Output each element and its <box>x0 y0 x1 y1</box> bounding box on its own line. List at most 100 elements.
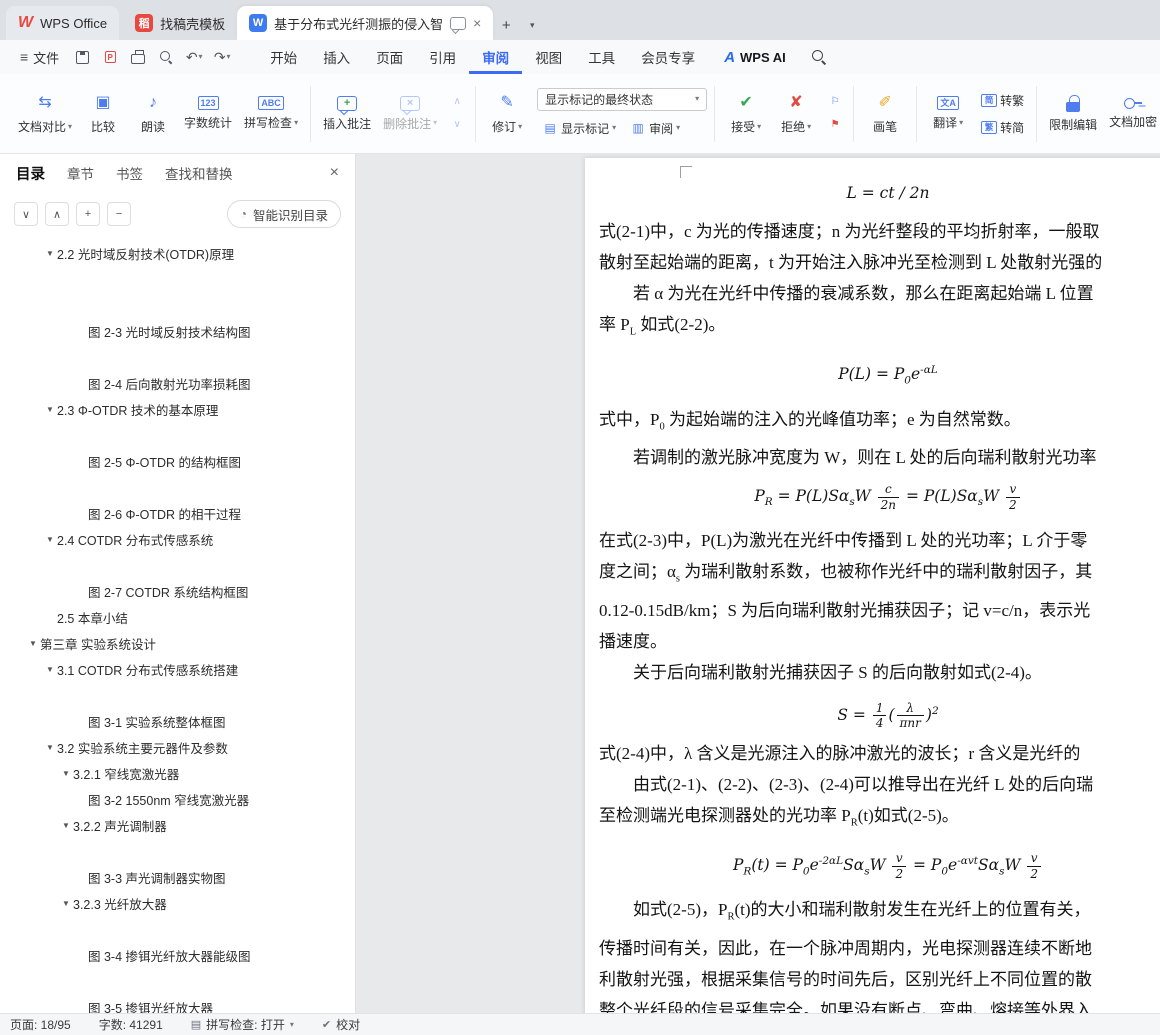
toc-expand-icon[interactable]: ▼ <box>43 405 57 414</box>
toc-collapse-up-button[interactable]: ∧ <box>45 202 69 226</box>
ribbon-word-count-button[interactable]: 123 字数统计 <box>179 82 237 146</box>
ribbon-show-markup-button[interactable]: ▤ 显示标记 ▾ <box>537 117 621 140</box>
file-menu-button[interactable]: ≡ 文件 <box>10 44 69 70</box>
mini-button-stack: ⚐ ⚑ <box>824 92 846 135</box>
toc-item[interactable]: 2.5 本章小结 <box>0 604 355 630</box>
smart-toc-button[interactable]: ◔ 智能识别目录 <box>226 200 341 228</box>
toc-expand-all-button[interactable]: + <box>76 202 100 226</box>
toc-expand-icon[interactable]: ▼ <box>43 665 57 674</box>
save-button[interactable] <box>69 45 95 69</box>
tab-docer[interactable]: 稻找稿壳模板 <box>123 6 237 40</box>
toc-collapse-all-button[interactable]: − <box>107 202 131 226</box>
ribbon-tab-item[interactable]: 视图 <box>522 40 575 74</box>
close-tab-icon[interactable]: × <box>473 16 481 30</box>
tab-title: WPS Office <box>40 15 108 31</box>
ribbon-track-changes-button[interactable]: ✎ 修订 ▾ <box>483 82 531 146</box>
status-bar: 页面: 18/95 字数: 41291 ▤ 拼写检查: 打开 ▾ ✔ 校对 <box>0 1013 1160 1035</box>
sidebar-tab-item[interactable]: 章节 <box>67 163 94 183</box>
new-tab-button[interactable]: + <box>493 10 519 40</box>
print-preview-button[interactable] <box>153 45 179 69</box>
ribbon-read-aloud-button[interactable]: ♪ 朗读 <box>129 82 177 146</box>
chevron-down-icon: ▾ <box>68 121 73 131</box>
toc-item[interactable]: ▼ 3.1 COTDR 分布式传感系统搭建 <box>0 656 355 682</box>
toc-item[interactable]: 图 2-4 后向散射光功率损耗图 <box>0 370 355 396</box>
export-pdf-button[interactable]: P <box>97 45 123 69</box>
ribbon-to-trad-button[interactable]: 简转繁 <box>976 89 1029 112</box>
document-page[interactable]: L = ct / 2n 式(2-1)中，c 为光的传播速度；n 为光纤整段的平均折… <box>585 158 1160 1013</box>
undo-button[interactable]: ↶ ▾ <box>181 45 207 69</box>
toc-item[interactable]: 图 2-3 光时域反射技术结构图 <box>0 318 355 344</box>
toc-item[interactable]: 图 2-7 COTDR 系统结构框图 <box>0 578 355 604</box>
ribbon-brush-button[interactable]: ✐ 画笔 <box>861 82 909 146</box>
toc-expand-icon[interactable]: ▼ <box>43 743 57 752</box>
toc-item[interactable]: ▼ 第三章 实验系统设计 <box>0 630 355 656</box>
status-item[interactable]: 页面: 18/95 <box>10 1016 71 1033</box>
toc-item[interactable]: 图 3-5 掺铒光纤放大器 <box>0 994 355 1014</box>
toc-expand-icon[interactable]: ▼ <box>43 249 57 258</box>
ribbon-doc-encrypt-button[interactable]: 文档加密 <box>1104 82 1160 146</box>
toc-item[interactable]: ▼ 3.2.3 光纤放大器 <box>0 890 355 916</box>
toc-item[interactable]: ▼ 2.4 COTDR 分布式传感系统 <box>0 526 355 552</box>
toc-item[interactable]: 图 3-3 声光调制器实物图 <box>0 864 355 890</box>
sidebar-tab-active[interactable]: 目录 <box>16 163 45 184</box>
toc-item[interactable]: ▼ 2.2 光时域反射技术(OTDR)原理 <box>0 240 355 266</box>
ribbon-to-simp-button[interactable]: 繁转简 <box>976 116 1029 139</box>
ribbon-doc-compare-button[interactable]: ⇆ 文档对比 ▾ <box>13 82 77 146</box>
ribbon-group: 文A 翻译 ▾ 简转繁繁转简 <box>917 82 1036 146</box>
toc-expand-icon[interactable]: ▼ <box>59 821 73 830</box>
status-item[interactable]: ✔ 校对 <box>322 1016 360 1033</box>
tab-list-dropdown[interactable]: ▾ <box>519 10 545 40</box>
ribbon-button-label: 文档对比 ▾ <box>18 120 73 134</box>
ribbon-delete-comment-button[interactable]: × 删除批注 ▾ <box>378 82 442 146</box>
read-aloud-icon: ♪ <box>149 94 158 111</box>
toc-expand-icon[interactable]: ▼ <box>43 535 57 544</box>
close-sidebar-button[interactable]: × <box>330 164 339 182</box>
toc-item[interactable]: ▼ 3.2.2 声光调制器 <box>0 812 355 838</box>
ribbon-tab-item[interactable]: 引用 <box>416 40 469 74</box>
ribbon-tab-item[interactable]: 工具 <box>575 40 628 74</box>
ribbon-tab-item[interactable]: 会员专享 <box>628 40 708 74</box>
wps-ai-button[interactable]: A WPS AI <box>724 49 786 66</box>
toc-item[interactable]: ▼ 3.2.1 窄线宽激光器 <box>0 760 355 786</box>
next-comment-icon: ∨ <box>453 119 461 130</box>
ribbon-insert-comment-button[interactable]: + 插入批注 <box>318 82 376 146</box>
ribbon-tab-active[interactable]: 审阅 <box>469 40 523 74</box>
toc-collapse-down-button[interactable]: ∨ <box>14 202 38 226</box>
ribbon-tab-item[interactable]: 插入 <box>310 40 363 74</box>
ribbon-prev-change-button[interactable]: ⚐ <box>824 92 846 112</box>
markup-state-select[interactable]: 显示标记的最终状态 ▾ <box>537 87 708 111</box>
redo-button[interactable]: ↷ ▾ <box>209 45 235 69</box>
toc-item[interactable]: 图 3-1 实验系统整体框图 <box>0 708 355 734</box>
toc-item[interactable]: 图 3-4 掺铒光纤放大器能级图 <box>0 942 355 968</box>
toc-item[interactable]: 图 2-6 Φ-OTDR 的相干过程 <box>0 500 355 526</box>
chevron-down-icon: ▾ <box>226 52 231 61</box>
ribbon-tab-item[interactable]: 开始 <box>257 40 310 74</box>
comment-bubble-icon[interactable] <box>450 16 467 30</box>
ribbon-prev-comment-button[interactable]: ∧ <box>446 92 468 112</box>
ribbon-restrict-edit-button[interactable]: 限制编辑 <box>1044 82 1102 146</box>
toc-item[interactable]: ▼ 2.3 Φ-OTDR 技术的基本原理 <box>0 396 355 422</box>
print-button[interactable] <box>125 45 151 69</box>
tab-doc[interactable]: W 基于分布式光纤测振的侵入智 × <box>237 6 494 40</box>
ribbon-translate-button[interactable]: 文A 翻译 ▾ <box>924 82 972 146</box>
toc-item[interactable]: ▼ 3.2 实验系统主要元器件及参数 <box>0 734 355 760</box>
ribbon-review-pane-button[interactable]: ▥ 审阅 ▾ <box>625 117 685 140</box>
status-item[interactable]: ▤ 拼写检查: 打开 ▾ <box>191 1016 294 1033</box>
ribbon-next-change-button[interactable]: ⚑ <box>824 115 846 135</box>
ribbon-tab-item[interactable]: 页面 <box>363 40 416 74</box>
search-button[interactable] <box>806 45 832 69</box>
ribbon-reject-button[interactable]: ✘ 拒绝 ▾ <box>772 82 820 146</box>
toc-item[interactable]: 图 3-2 1550nm 窄线宽激光器 <box>0 786 355 812</box>
ribbon-accept-button[interactable]: ✔ 接受 ▾ <box>722 82 770 146</box>
toc-expand-icon[interactable]: ▼ <box>59 899 73 908</box>
tab-home[interactable]: W WPS Office <box>6 6 120 40</box>
sidebar-tab-item[interactable]: 查找和替换 <box>165 163 233 183</box>
status-item[interactable]: 字数: 41291 <box>99 1016 163 1033</box>
sidebar-tab-item[interactable]: 书签 <box>116 163 143 183</box>
ribbon-compare-button[interactable]: ▣ 比较 <box>79 82 127 146</box>
toc-item[interactable]: 图 2-5 Φ-OTDR 的结构框图 <box>0 448 355 474</box>
ribbon-spell-check-button[interactable]: ABC 拼写检查 ▾ <box>239 82 303 146</box>
toc-expand-icon[interactable]: ▼ <box>26 639 40 648</box>
toc-expand-icon[interactable]: ▼ <box>59 769 73 778</box>
ribbon-next-comment-button[interactable]: ∨ <box>446 115 468 135</box>
